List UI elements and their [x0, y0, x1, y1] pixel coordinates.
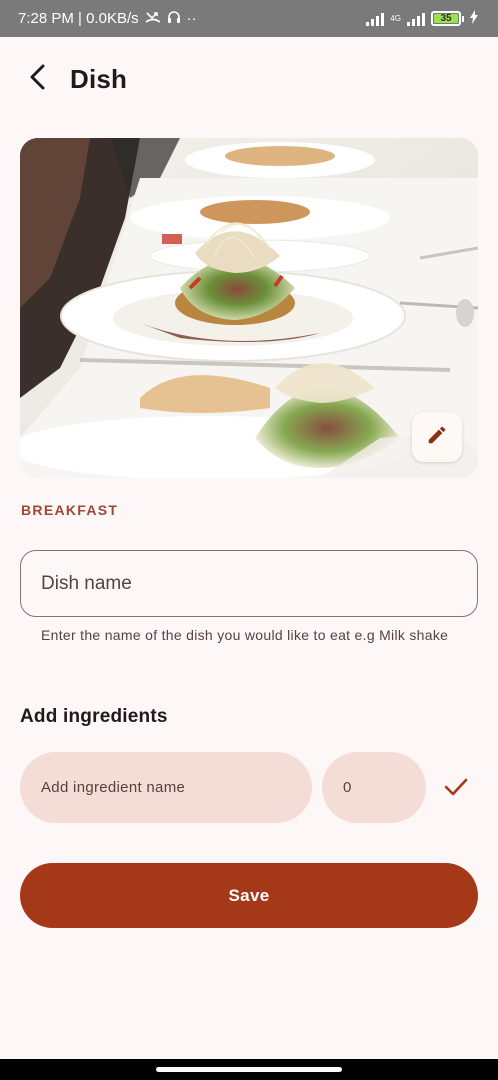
ingredient-quantity-input[interactable] [343, 779, 426, 796]
dish-name-helper-text: Enter the name of the dish you would lik… [41, 627, 449, 643]
missed-call-icon [145, 10, 161, 27]
app-bar: Dish [0, 37, 498, 121]
meal-category-label: BREAKFAST [21, 502, 119, 518]
status-time: 7:28 PM | 0.0KB/s [18, 10, 139, 27]
edit-photo-button[interactable] [412, 412, 462, 462]
ingredient-quantity-field[interactable] [322, 752, 426, 823]
check-icon [443, 776, 469, 803]
save-button[interactable]: Save [20, 863, 478, 928]
dish-name-field[interactable] [20, 550, 478, 617]
headphones-icon [167, 10, 181, 28]
page-title: Dish [70, 63, 128, 94]
more-dots: ·· [186, 10, 197, 27]
charging-icon [470, 9, 478, 28]
dish-photo [20, 138, 478, 478]
ingredient-name-input[interactable] [41, 779, 312, 796]
status-bar: 7:28 PM | 0.0KB/s ·· 4G 35 [0, 0, 498, 37]
signal-icon [366, 12, 385, 26]
home-indicator[interactable] [156, 1067, 342, 1072]
back-button[interactable] [22, 64, 52, 94]
dish-name-input[interactable] [41, 572, 477, 595]
network-type: 4G [390, 13, 401, 23]
arrow-back-icon [28, 64, 46, 95]
add-ingredient-button[interactable] [440, 773, 472, 805]
pencil-icon [426, 424, 448, 451]
signal-icon-2 [407, 12, 425, 26]
dish-photo-illustration [20, 138, 478, 478]
battery-icon: 35 [431, 11, 464, 26]
ingredients-section-title: Add ingredients [20, 706, 168, 727]
ingredient-name-field[interactable] [20, 752, 312, 823]
battery-level: 35 [434, 13, 458, 24]
